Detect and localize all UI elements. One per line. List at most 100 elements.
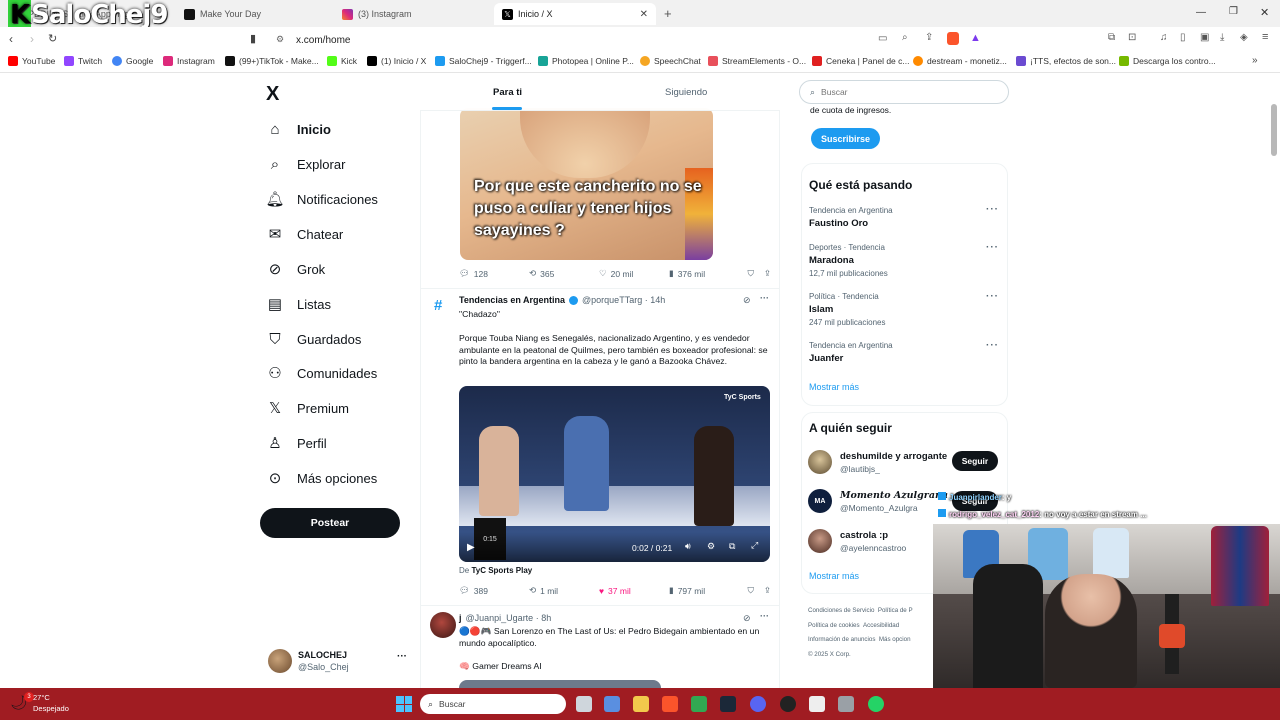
share-post-icon[interactable]: ⇪ <box>764 268 771 279</box>
footer-link[interactable]: Política de P <box>878 607 913 614</box>
browser-tab[interactable]: (3) Instagram <box>334 3 492 25</box>
nav-item-chatear[interactable]: ✉ Chatear <box>266 225 344 243</box>
media-icon[interactable]: ♫ <box>1160 32 1168 43</box>
minimize-icon[interactable]: — <box>1196 7 1206 18</box>
discord-icon[interactable] <box>750 696 766 712</box>
follow-suggestion[interactable]: MA 𝑴𝒐𝒎𝒆𝒏𝒕𝒐 𝑨𝒛𝒖𝒍𝒈𝒓𝒂𝒏𝒂 @Momento_Azulgra <box>808 489 948 513</box>
settings-icon[interactable] <box>838 696 854 712</box>
footer-link[interactable]: Política de cookies <box>808 622 860 629</box>
nav-item-listas[interactable]: ▤ Listas <box>266 295 331 313</box>
trend-more-icon[interactable]: ··· <box>986 204 999 215</box>
share-icon[interactable]: ⇪ <box>925 32 933 43</box>
widgets-icon[interactable] <box>604 696 620 712</box>
nav-item-mas-opciones[interactable]: ⊙ Más opciones <box>266 469 378 487</box>
app-icon[interactable] <box>809 696 825 712</box>
post-more-icon[interactable]: ··· <box>760 293 769 303</box>
browser-tab[interactable]: Make Your Day <box>176 3 334 25</box>
vpn-icon[interactable]: ◈ <box>1240 32 1248 43</box>
nav-item-grok[interactable]: ⊘ Grok <box>266 260 325 278</box>
follow-suggestion[interactable]: deshumilde y arrogante @lautibjs_ <box>808 450 947 474</box>
trend-item[interactable]: Deportes · Tendencia Maradona 12,7 mil pub… <box>809 243 888 278</box>
back-icon[interactable]: ‹ <box>9 32 13 46</box>
post-image[interactable] <box>459 680 661 688</box>
brave-shield-icon[interactable] <box>947 32 959 45</box>
footer-link[interactable]: Más opcion <box>879 636 911 643</box>
page-scrollbar[interactable] <box>1271 104 1277 156</box>
file-explorer-icon[interactable] <box>633 696 649 712</box>
views-button[interactable]: ▮ 376 mil <box>669 268 741 279</box>
grok-post-icon[interactable]: ⊘ <box>743 613 751 624</box>
screenshot-icon[interactable]: ⊡ <box>1128 32 1136 43</box>
post-image[interactable]: Por que este cancherito no se puso a cul… <box>460 108 713 260</box>
reply-button[interactable]: 💬︎ 128 <box>459 268 529 279</box>
grok-post-icon[interactable]: ⊘ <box>743 295 751 306</box>
nav-item-perfil[interactable]: ♙ Perfil <box>266 434 326 452</box>
reply-button[interactable]: 💬︎ 389 <box>459 585 529 596</box>
post-button[interactable]: Postear <box>260 508 400 538</box>
obs-icon[interactable] <box>780 696 796 712</box>
bookmark-item[interactable]: (1) Inicio / X <box>367 56 426 66</box>
settings-icon[interactable]: ⚙ <box>707 541 715 552</box>
extensions-icon[interactable]: ⧉ <box>1108 32 1115 43</box>
app-icon[interactable] <box>691 696 707 712</box>
nav-item-comunidades[interactable]: ⚇ Comunidades <box>266 364 377 382</box>
bookmark-item[interactable]: ¡TTS, efectos de son... <box>1016 56 1116 66</box>
more-bookmarks-icon[interactable]: » <box>1252 55 1258 66</box>
trend-item[interactable]: Política · Tendencia Islam 247 mil publica… <box>809 292 886 327</box>
search-input[interactable] <box>821 87 982 97</box>
nav-item-notificaciones[interactable]: 🔔︎ Notificaciones <box>265 190 377 208</box>
footer-link[interactable]: Información de anuncios <box>808 636 875 643</box>
like-button[interactable]: ♥ 37 mil <box>599 586 669 596</box>
menu-icon[interactable]: ≡ <box>1262 31 1268 43</box>
brave-rewards-icon[interactable]: ▲ <box>970 32 981 44</box>
bookmark-post-icon[interactable]: ⛉ <box>747 585 753 596</box>
download-icon[interactable]: ⤓ <box>1220 32 1224 43</box>
nav-item-explorar[interactable]: ⌕ Explorar <box>266 155 346 173</box>
steam-icon[interactable] <box>720 696 736 712</box>
repost-button[interactable]: ⟲ 365 <box>529 268 599 279</box>
reload-icon[interactable]: ↻ <box>48 32 57 45</box>
bookmark-item[interactable]: YouTube <box>8 56 55 66</box>
show-more-trends-link[interactable]: Mostrar más <box>809 382 859 392</box>
maximize-icon[interactable]: ❐ <box>1229 6 1238 17</box>
sidebar-icon[interactable]: ▯ <box>1180 32 1186 43</box>
close-window-icon[interactable]: ✕ <box>1260 6 1269 19</box>
trend-item[interactable]: Tendencia en Argentina Juanfer <box>809 341 893 364</box>
bookmark-item[interactable]: (99+)TikTok - Make... <box>225 56 319 66</box>
bookmark-item[interactable]: SpeechChat <box>640 56 701 66</box>
volume-icon[interactable]: 🔊︎ <box>685 541 691 552</box>
brave-icon[interactable] <box>662 696 678 712</box>
like-button[interactable]: ♡ 20 mil <box>599 268 669 279</box>
search-box[interactable]: ⌕ <box>799 80 1009 104</box>
subscribe-button[interactable]: Suscribirse <box>811 128 880 149</box>
account-more-icon[interactable]: ··· <box>397 651 407 662</box>
bookmark-item[interactable]: Kick <box>327 56 357 66</box>
follow-suggestion[interactable]: castrola :p @ayelenncastroo <box>808 529 906 553</box>
tab-following[interactable]: Siguiendo <box>665 87 707 98</box>
video-source-link[interactable]: TyC Sports Play <box>471 566 532 575</box>
account-switcher[interactable]: SALOCHEJ @Salo_Chej ··· <box>266 647 416 677</box>
trend-more-icon[interactable]: ··· <box>986 291 999 302</box>
footer-link[interactable]: Condiciones de Servicio <box>808 607 874 614</box>
whatsapp-icon[interactable] <box>868 696 884 712</box>
x-logo-icon[interactable]: X <box>266 83 279 106</box>
avatar[interactable] <box>430 612 456 638</box>
play-icon[interactable]: ▶ <box>467 542 475 553</box>
nav-item-inicio[interactable]: ⌂ Inicio <box>266 120 330 138</box>
wallet-icon[interactable]: ▣ <box>1200 32 1209 43</box>
bookmark-item[interactable]: Google <box>112 56 153 66</box>
trend-item[interactable]: Tendencia en Argentina Faustino Oro <box>809 206 893 229</box>
zoom-icon[interactable]: ⌕ <box>902 32 908 43</box>
start-button[interactable] <box>396 696 412 712</box>
post-more-icon[interactable]: ··· <box>760 611 769 621</box>
bookmark-item[interactable]: StreamElements - O... <box>708 56 806 66</box>
nav-item-premium[interactable]: 𝕏 Premium <box>266 399 349 417</box>
show-more-follow-link[interactable]: Mostrar más <box>809 571 859 581</box>
close-tab-icon[interactable]: ✕ <box>640 9 648 20</box>
fullscreen-icon[interactable]: ⤢ <box>751 540 758 551</box>
footer-link[interactable]: Accesibilidad <box>863 622 899 629</box>
pip-icon[interactable]: ⧉ <box>729 541 735 552</box>
repost-button[interactable]: ⟲ 1 mil <box>529 585 599 596</box>
bookmark-item[interactable]: destream - monetiz... <box>913 56 1007 66</box>
tab-for-you[interactable]: Para ti <box>493 87 522 98</box>
